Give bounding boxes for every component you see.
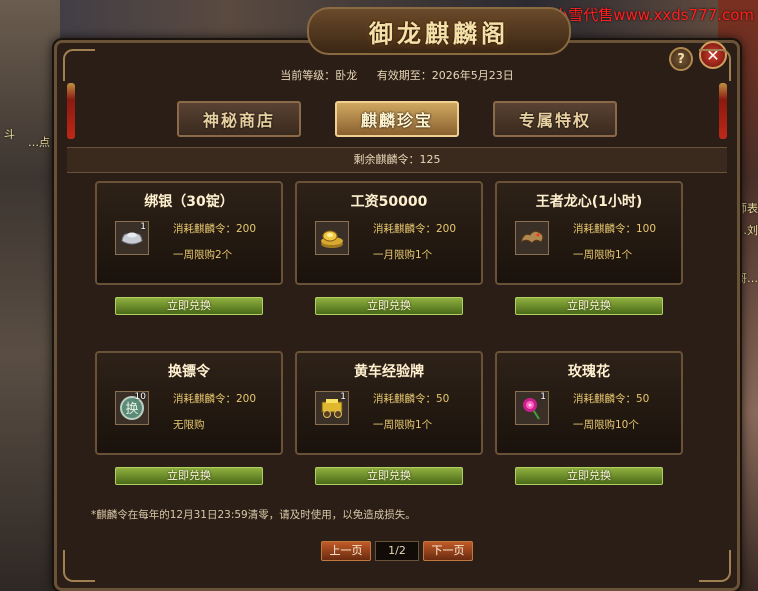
item-cost: 消耗麒麟令：200	[173, 393, 257, 405]
item-title: 换镖令	[168, 364, 210, 380]
item-limit: 一周限购1个	[573, 249, 633, 261]
item-limit: 无限购	[173, 419, 205, 431]
item-cost: 消耗麒麟令：200	[173, 223, 257, 235]
item-count: 1	[340, 392, 346, 402]
remaining-tokens: 剩余麒麟令：125	[67, 147, 727, 173]
item-limit: 一月限购1个	[373, 249, 433, 261]
current-level: 当前等级：卧龙	[280, 69, 358, 82]
item-limit: 一周限购1个	[373, 419, 433, 431]
item-cost: 消耗麒麟令：50	[573, 393, 650, 405]
rose-icon[interactable]: 1	[515, 391, 549, 425]
item-title: 黄车经验牌	[354, 364, 424, 380]
redeem-button[interactable]: 立即兑换	[515, 467, 663, 485]
redeem-button[interactable]: 立即兑换	[115, 297, 263, 315]
item-card: 黄车经验牌 1 消耗麒麟令：50 一周限购1个	[295, 351, 483, 455]
redeem-button[interactable]: 立即兑换	[315, 467, 463, 485]
window-title-plate: 御龙麒麟阁	[307, 7, 571, 55]
prev-page-button[interactable]: 上一页	[321, 541, 371, 561]
reset-notice: *麒麟令在每年的12月31日23:59清零，请及时使用，以免造成损失。	[91, 509, 416, 521]
item-card: 王者龙心(1小时) 消耗麒麟令：100 一周限购1个	[495, 181, 683, 285]
gold-coins-icon[interactable]	[315, 221, 349, 255]
item-title: 绑银（30锭）	[144, 194, 234, 210]
pagination: 上一页 1/2 下一页	[57, 541, 737, 561]
item-count: 1	[540, 392, 546, 402]
item-title: 玫瑰花	[568, 364, 610, 380]
dragon-heart-icon[interactable]	[515, 221, 549, 255]
tab-bar: 神秘商店 麒麟珍宝 专属特权	[57, 101, 737, 137]
item-count: 10	[134, 392, 146, 402]
svg-text:换: 换	[125, 402, 138, 417]
item-title: 工资50000	[350, 194, 428, 210]
item-limit: 一周限购2个	[173, 249, 233, 261]
item-card: 绑银（30锭） 1 消耗麒麟令：200 一周限购2个	[95, 181, 283, 285]
window-title: 御龙麒麟阁	[369, 19, 509, 48]
page-indicator: 1/2	[375, 541, 419, 561]
watermark-text: 小雪代售www.xxds777.com	[553, 6, 754, 24]
tab-exclusive-privilege[interactable]: 专属特权	[493, 101, 617, 137]
tab-mystery-shop[interactable]: 神秘商店	[177, 101, 301, 137]
redeem-button[interactable]: 立即兑换	[515, 297, 663, 315]
side-text-1: 斗	[4, 128, 15, 141]
item-card: 换镖令 换 10 消耗麒麟令：200 无限购	[95, 351, 283, 455]
tab-qilin-treasure[interactable]: 麒麟珍宝	[335, 101, 459, 137]
redeem-button[interactable]: 立即兑换	[115, 467, 263, 485]
silver-ingot-icon[interactable]: 1	[115, 221, 149, 255]
item-cost: 消耗麒麟令：200	[373, 223, 457, 235]
item-title: 王者龙心(1小时)	[535, 194, 643, 210]
background-left	[0, 0, 60, 591]
expiry-date: 有效期至：2026年5月23日	[376, 69, 514, 82]
escort-token-icon[interactable]: 换 10	[115, 391, 149, 425]
item-count: 1	[140, 222, 146, 232]
item-cost: 消耗麒麟令：100	[573, 223, 657, 235]
redeem-button[interactable]: 立即兑换	[315, 297, 463, 315]
status-info: 当前等级：卧龙 有效期至：2026年5月23日	[57, 67, 737, 83]
item-card: 工资50000 消耗麒麟令：200 一月限购1个	[295, 181, 483, 285]
next-page-button[interactable]: 下一页	[423, 541, 473, 561]
item-cost: 消耗麒麟令：50	[373, 393, 450, 405]
item-card: 玫瑰花 1 消耗麒麟令：50 一周限购10个	[495, 351, 683, 455]
exchange-window: 御龙麒麟阁 ? ✕ 当前等级：卧龙 有效期至：2026年5月23日 神秘商店 麒…	[54, 7, 740, 591]
item-limit: 一周限购10个	[573, 419, 639, 431]
side-text-2: …点	[28, 136, 50, 149]
yellow-cart-icon[interactable]: 1	[315, 391, 349, 425]
